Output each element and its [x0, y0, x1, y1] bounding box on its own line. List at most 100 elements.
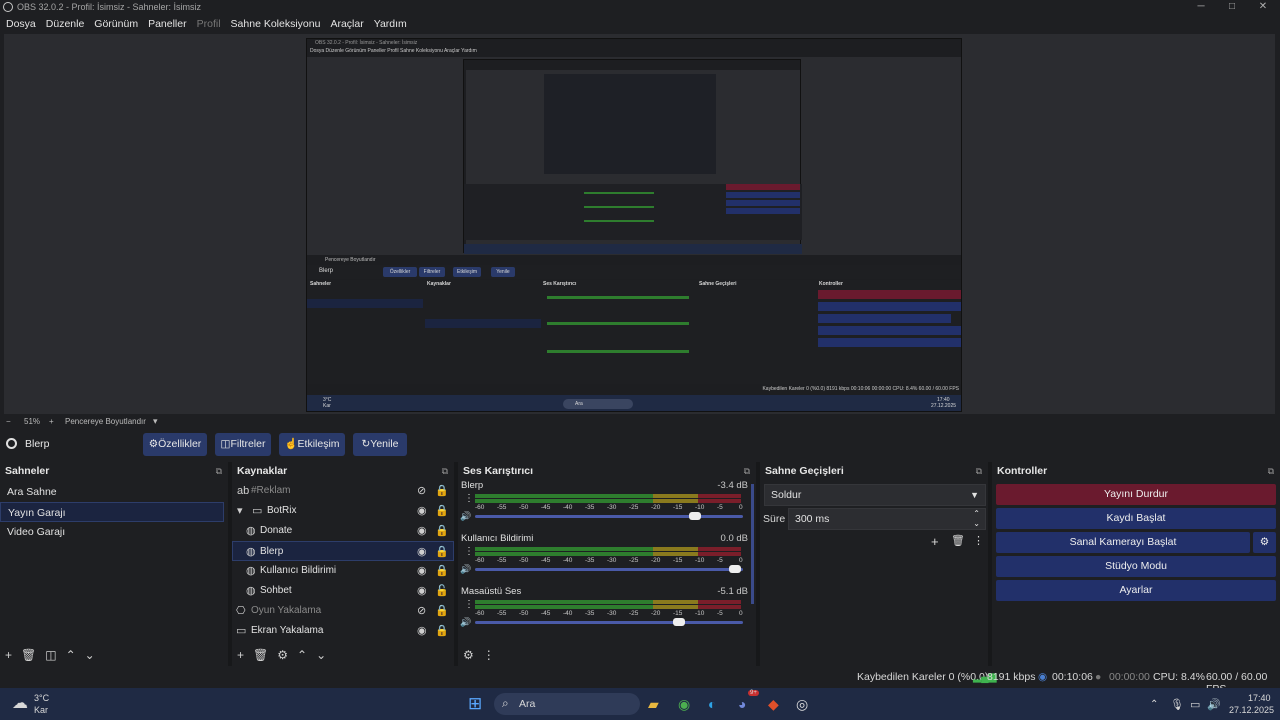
menu-gorunum[interactable]: Görünüm — [94, 18, 138, 30]
source-item[interactable]: ◍ Blerp ◉ 🔒 — [232, 541, 454, 561]
taskbar-search[interactable]: ⌕ Ara — [494, 693, 640, 715]
menu-araclar[interactable]: Araçlar — [330, 18, 363, 30]
source-item[interactable]: ⎔ Oyun Yakalama ⊘ 🔒 — [232, 601, 454, 621]
popout-icon[interactable]: ⧉ — [744, 462, 750, 480]
source-item[interactable]: ▾ ▭ BotRix ◉ 🔒 — [232, 501, 454, 521]
brave-icon[interactable]: ◆ — [768, 696, 779, 713]
eye-icon[interactable]: ◉ — [417, 501, 427, 521]
lock-icon[interactable]: 🔒 — [435, 542, 449, 562]
eye-icon[interactable]: ◉ — [417, 561, 427, 581]
gear-icon[interactable]: ⚙ — [277, 648, 288, 662]
microphone-icon[interactable]: 🎙 — [1170, 698, 1184, 711]
unlock-icon[interactable]: 🔓 — [435, 581, 449, 601]
properties-button[interactable]: ⚙Özellikler — [143, 433, 207, 456]
slider-knob[interactable] — [672, 618, 685, 626]
weather-icon[interactable]: ☁ — [12, 693, 28, 713]
chevron-up-icon[interactable]: ⌃ — [66, 648, 76, 662]
discord-icon[interactable]: ◕ — [738, 696, 746, 712]
mixer-settings-icon[interactable]: ⚙ — [463, 648, 474, 662]
source-item[interactable]: ab #Reklam ⊘ 🔒 — [232, 481, 454, 501]
trash-icon[interactable]: 🗑 — [253, 648, 268, 662]
menu-sahne-koleksiyonu[interactable]: Sahne Koleksiyonu — [231, 18, 321, 30]
chevron-up-icon[interactable]: ⌃ — [1150, 699, 1158, 710]
chevron-down-icon[interactable]: ▾ — [153, 416, 158, 427]
volume-slider[interactable] — [475, 565, 743, 573]
zoom-out-button[interactable]: − — [6, 417, 11, 426]
lock-icon[interactable]: 🔒 — [435, 561, 449, 581]
popout-icon[interactable]: ⧉ — [976, 462, 982, 480]
lock-icon[interactable]: 🔒 — [435, 621, 449, 641]
spin-down-icon[interactable]: ⌄ — [973, 514, 980, 534]
more-icon[interactable]: ⋮ — [464, 599, 474, 610]
scene-item[interactable]: Video Garajı — [0, 522, 228, 542]
settings-button[interactable]: Ayarlar — [996, 580, 1276, 601]
source-item[interactable]: ◍ Kullanıcı Bildirimi ◉ 🔒 — [232, 561, 454, 581]
start-recording-button[interactable]: Kaydı Başlat — [996, 508, 1276, 529]
transition-select[interactable]: Soldur ▼ — [764, 484, 986, 506]
volume-icon[interactable]: 🔊 — [1207, 698, 1221, 711]
start-virtual-camera-button[interactable]: Sanal Kamerayı Başlat — [996, 532, 1250, 553]
eye-icon[interactable]: ◉ — [417, 581, 427, 601]
slider-knob[interactable] — [728, 565, 741, 573]
filters-button[interactable]: ◫Filtreler — [215, 433, 271, 456]
windows-start-icon[interactable]: ⊞ — [468, 694, 482, 714]
refresh-button[interactable]: ↻Yenile — [353, 433, 407, 456]
source-item[interactable]: ◍ Sohbet ◉ 🔓 — [232, 581, 454, 601]
menu-dosya[interactable]: Dosya — [6, 18, 36, 30]
obs-icon[interactable]: ◎ — [796, 696, 808, 713]
chevron-up-icon[interactable]: ⌃ — [297, 648, 307, 662]
lock-icon[interactable]: 🔒 — [435, 601, 449, 621]
menu-yardim[interactable]: Yardım — [374, 18, 407, 30]
popout-icon[interactable]: ⧉ — [442, 462, 448, 480]
trash-icon[interactable]: 🗑 — [21, 648, 36, 662]
close-button[interactable]: ✕ — [1248, 0, 1278, 14]
chrome-icon[interactable]: ◉ — [678, 696, 690, 713]
menu-paneller[interactable]: Paneller — [148, 18, 187, 30]
more-icon[interactable]: ⋮ — [483, 648, 495, 662]
eye-icon[interactable]: ◉ — [417, 621, 427, 641]
add-transition-button[interactable]: + — [931, 534, 939, 549]
volume-slider[interactable] — [475, 512, 743, 520]
zoom-fit-label[interactable]: Pencereye Boyutlandır — [65, 417, 146, 426]
lock-icon[interactable]: 🔒 — [435, 521, 449, 541]
studio-mode-button[interactable]: Stüdyo Modu — [996, 556, 1276, 577]
add-source-button[interactable]: + — [237, 648, 244, 662]
chevron-down-icon[interactable]: ⌄ — [316, 648, 326, 662]
network-icon[interactable]: ▭ — [1190, 698, 1200, 711]
scene-item[interactable]: Ara Sahne — [0, 482, 228, 502]
maximize-button[interactable]: □ — [1217, 0, 1247, 14]
lock-icon[interactable]: 🔒 — [435, 501, 449, 521]
slider-knob[interactable] — [688, 512, 701, 520]
interact-button[interactable]: ☝Etkileşim — [279, 433, 345, 456]
source-item[interactable]: ▭ Ekran Yakalama ◉ 🔒 — [232, 621, 454, 641]
virtual-camera-settings-icon[interactable]: ⚙ — [1253, 532, 1276, 553]
popout-icon[interactable]: ⧉ — [1268, 462, 1274, 480]
eye-hidden-icon[interactable]: ⊘ — [417, 601, 426, 621]
stop-streaming-button[interactable]: Yayını Durdur — [996, 484, 1276, 505]
filter-icon[interactable]: ◫ — [45, 648, 56, 662]
volume-icon[interactable]: 🔊 — [460, 564, 471, 575]
duration-spinbox[interactable]: 300 ms ⌃ ⌄ — [788, 508, 986, 530]
eye-icon[interactable]: ◉ — [417, 542, 427, 562]
zoom-in-button[interactable]: + — [49, 417, 54, 426]
file-explorer-icon[interactable]: ▰ — [648, 696, 659, 713]
add-scene-button[interactable]: + — [5, 648, 12, 662]
more-icon[interactable]: ⋮ — [973, 534, 984, 547]
popout-icon[interactable]: ⧉ — [216, 462, 222, 480]
volume-icon[interactable]: 🔊 — [460, 511, 471, 522]
minimize-button[interactable]: ─ — [1186, 0, 1216, 14]
more-icon[interactable]: ⋮ — [464, 493, 474, 504]
volume-slider[interactable] — [475, 618, 743, 626]
scene-item[interactable]: Yayın Garajı — [0, 502, 224, 522]
chevron-down-icon[interactable]: ▾ — [237, 501, 243, 521]
edge-icon[interactable]: ◐ — [708, 696, 716, 712]
menu-profil[interactable]: Profil — [197, 18, 221, 30]
eye-hidden-icon[interactable]: ⊘ — [417, 481, 426, 501]
more-icon[interactable]: ⋮ — [464, 546, 474, 557]
chevron-down-icon[interactable]: ⌄ — [85, 648, 95, 662]
lock-icon[interactable]: 🔒 — [435, 481, 449, 501]
eye-icon[interactable]: ◉ — [417, 521, 427, 541]
source-item[interactable]: ◍ Donate ◉ 🔒 — [232, 521, 454, 541]
trash-icon[interactable]: 🗑 — [951, 534, 965, 547]
menu-duzenle[interactable]: Düzenle — [46, 18, 85, 30]
